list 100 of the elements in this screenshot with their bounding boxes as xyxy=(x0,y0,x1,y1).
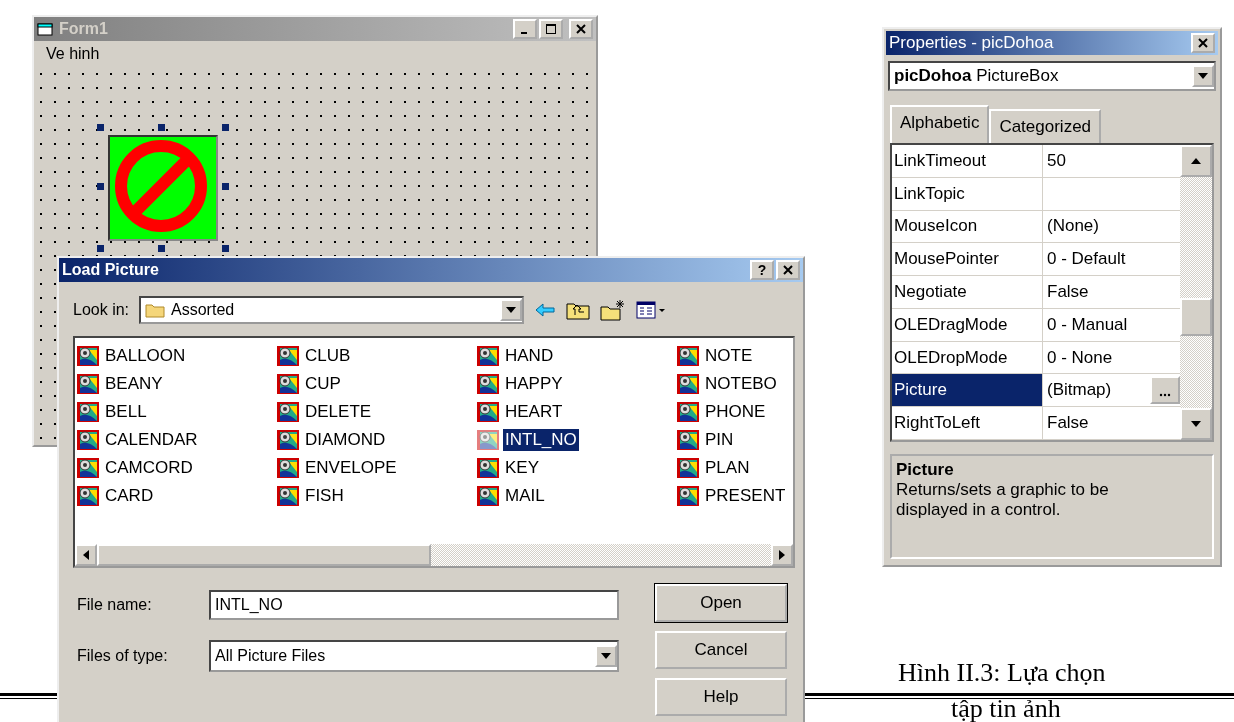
picture-file-icon xyxy=(77,402,99,422)
description-text: Returns/sets a graphic to be displayed in a control. xyxy=(896,480,1110,520)
form-icon xyxy=(37,22,53,36)
property-name[interactable]: Picture xyxy=(892,374,1043,407)
up-folder-icon[interactable] xyxy=(566,300,591,320)
file-item[interactable]: HAPPY xyxy=(503,373,565,395)
resize-handle[interactable] xyxy=(222,183,229,190)
down-arrow-icon xyxy=(1191,421,1201,427)
file-item[interactable]: KEY xyxy=(503,457,542,479)
close-icon xyxy=(1198,38,1208,48)
tab[interactable]: Categorized xyxy=(989,109,1102,143)
property-name[interactable]: LinkTimeout xyxy=(892,145,1043,177)
description-title: Picture xyxy=(896,460,955,480)
browse-button[interactable] xyxy=(1150,376,1180,405)
property-name[interactable]: OLEDragMode xyxy=(892,308,1043,341)
property-value[interactable]: 50 xyxy=(1047,150,1066,171)
property-name[interactable]: MousePointer xyxy=(892,243,1043,276)
property-name[interactable]: OLEDropMode xyxy=(892,341,1043,374)
resize-handle[interactable] xyxy=(97,183,104,190)
file-type-dropdown[interactable]: All Picture Files xyxy=(209,640,619,672)
property-value[interactable]: 0 - Manual xyxy=(1047,314,1128,335)
file-name-field[interactable]: INTL_NO xyxy=(209,590,619,620)
file-item[interactable]: HAND xyxy=(503,345,556,367)
resize-handle[interactable] xyxy=(158,124,165,131)
property-value[interactable]: (Bitmap) xyxy=(1047,380,1112,401)
picture-file-icon xyxy=(77,346,99,366)
file-item[interactable]: CLUB xyxy=(303,345,353,367)
minimize-icon xyxy=(520,32,527,34)
file-item[interactable]: MAIL xyxy=(503,485,547,507)
object-dropdown[interactable]: picDohoa PictureBox xyxy=(888,61,1216,91)
back-arrow-icon[interactable] xyxy=(534,302,557,318)
look-in-label: Look in: xyxy=(73,301,130,319)
close-button[interactable] xyxy=(776,260,800,280)
file-item[interactable]: CALENDAR xyxy=(103,429,200,451)
dialog-title: Load Picture xyxy=(62,261,160,279)
file-item[interactable]: INTL_NO xyxy=(503,429,579,451)
vertical-scrollbar[interactable] xyxy=(1180,145,1212,440)
tab[interactable]: Alphabetic xyxy=(890,105,990,143)
file-item[interactable]: CUP xyxy=(303,373,343,395)
picture-file-icon xyxy=(477,346,499,366)
picture-file-icon xyxy=(677,430,699,450)
file-item[interactable]: DELETE xyxy=(303,401,374,423)
maximize-icon xyxy=(546,24,556,34)
file-item[interactable]: BALLOON xyxy=(103,345,188,367)
caret-icon xyxy=(506,307,517,313)
picture-file-icon xyxy=(77,486,99,506)
dialog-button[interactable]: Open xyxy=(655,584,787,622)
file-item[interactable]: NOTE xyxy=(703,345,755,367)
picture-file-icon xyxy=(277,458,299,478)
property-value[interactable]: False xyxy=(1047,413,1089,434)
resize-handle[interactable] xyxy=(222,245,229,252)
help-button[interactable]: ? xyxy=(750,260,774,280)
left-arrow-icon xyxy=(83,550,89,560)
file-item[interactable]: DIAMOND xyxy=(303,429,388,451)
property-value[interactable]: (None) xyxy=(1047,216,1099,237)
menu-item[interactable]: Ve hinh xyxy=(46,45,100,62)
file-item[interactable]: PRESENT xyxy=(703,485,788,507)
figure-caption: Hình II.3: Lựa chọn xyxy=(898,660,1106,689)
picture-file-icon xyxy=(477,402,499,422)
property-name[interactable]: LinkTopic xyxy=(892,177,1043,210)
picture-file-icon xyxy=(677,458,699,478)
horizontal-scrollbar[interactable] xyxy=(75,544,793,566)
dialog-button[interactable]: Help xyxy=(655,678,787,716)
up-arrow-icon xyxy=(1191,158,1201,164)
file-item[interactable]: CARD xyxy=(103,485,156,507)
window-title: Form1 xyxy=(59,20,109,38)
resize-handle[interactable] xyxy=(97,124,104,131)
view-menu-icon[interactable] xyxy=(636,301,667,319)
dialog-button[interactable]: Cancel xyxy=(655,631,787,669)
look-in-dropdown[interactable]: Assorted xyxy=(139,296,525,324)
file-item[interactable]: BEANY xyxy=(103,373,165,395)
file-item[interactable]: PHONE xyxy=(703,401,768,423)
file-item[interactable]: ENVELOPE xyxy=(303,457,399,479)
picture-file-icon xyxy=(677,486,699,506)
file-item[interactable]: NOTEBO xyxy=(703,373,779,395)
property-name[interactable]: MouseIcon xyxy=(892,210,1043,243)
file-item[interactable]: CAMCORD xyxy=(103,457,195,479)
new-folder-icon[interactable] xyxy=(600,299,627,321)
resize-handle[interactable] xyxy=(97,245,104,252)
property-value[interactable]: False xyxy=(1047,282,1089,302)
picture-file-icon xyxy=(277,486,299,506)
resize-handle[interactable] xyxy=(158,245,165,252)
ellipsis-icon xyxy=(1159,393,1171,398)
close-button[interactable] xyxy=(1191,33,1215,53)
resize-handle[interactable] xyxy=(222,124,229,131)
file-item[interactable]: PIN xyxy=(703,429,736,451)
caret-icon xyxy=(601,653,611,659)
file-item[interactable]: FISH xyxy=(303,485,346,507)
scroll-thumb[interactable] xyxy=(1180,297,1212,336)
picture-file-icon xyxy=(477,486,499,506)
picture-file-icon xyxy=(77,430,99,450)
property-name[interactable]: Negotiate xyxy=(892,276,1043,308)
file-item[interactable]: PLAN xyxy=(703,457,752,479)
property-value[interactable]: 0 - Default xyxy=(1047,249,1126,270)
picture-file-icon xyxy=(77,458,99,478)
property-name[interactable]: RightToLeft xyxy=(892,407,1043,440)
file-item[interactable]: BELL xyxy=(103,401,149,423)
file-item[interactable]: HEART xyxy=(503,401,565,423)
property-value[interactable]: 0 - None xyxy=(1047,347,1113,368)
close-icon xyxy=(783,265,793,275)
